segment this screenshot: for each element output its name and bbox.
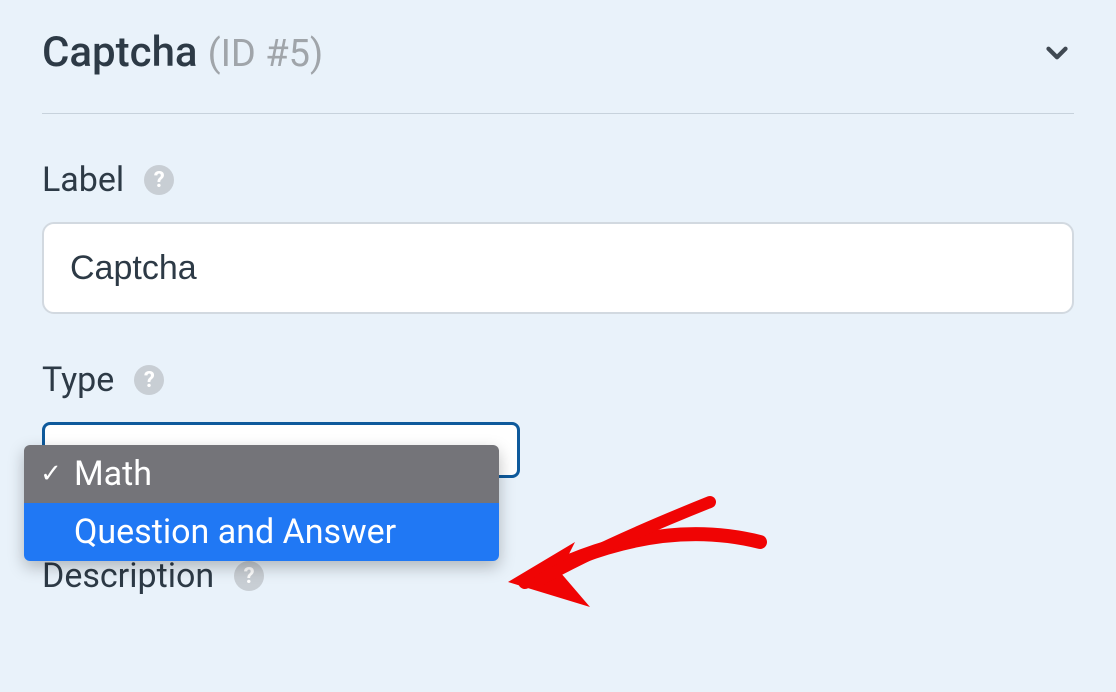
option-label: Question and Answer (74, 512, 396, 552)
panel-title: Captcha (42, 28, 198, 77)
help-icon[interactable]: ? (134, 365, 164, 395)
type-option-question-and-answer[interactable]: Question and Answer (24, 503, 499, 561)
option-label: Math (74, 454, 152, 494)
help-icon[interactable]: ? (144, 165, 174, 195)
type-field-group: Type ? ✓ Math Question and Answer (42, 360, 1074, 478)
check-icon: ✓ (36, 459, 66, 489)
type-field-label: Type (42, 360, 114, 400)
label-input[interactable] (42, 222, 1074, 314)
description-field-label: Description (42, 556, 214, 596)
chevron-down-icon[interactable] (1040, 36, 1074, 70)
type-option-math[interactable]: ✓ Math (24, 445, 499, 503)
description-field-group: Description ? (42, 556, 1074, 596)
label-field-group: Label ? (42, 160, 1074, 314)
type-dropdown: ✓ Math Question and Answer (24, 445, 499, 561)
label-field-label: Label (42, 160, 124, 200)
panel-header[interactable]: Captcha (ID #5) (42, 0, 1074, 114)
panel-id: (ID #5) (208, 32, 324, 76)
help-icon[interactable]: ? (234, 561, 264, 591)
